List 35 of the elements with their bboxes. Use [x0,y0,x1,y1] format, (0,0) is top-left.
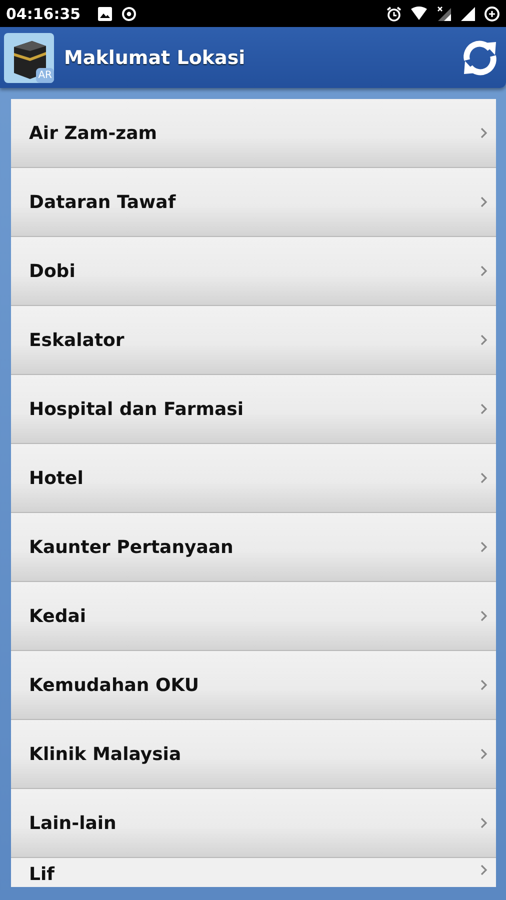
chevron-icon [480,610,488,622]
mobile-signal-icon [436,6,452,22]
signal-icon [460,6,476,22]
item-label: Kemudahan OKU [29,674,200,696]
chevron-icon [480,472,488,484]
item-label: Air Zam-zam [29,122,158,144]
item-label: Hotel [29,468,84,488]
data-saver-icon [484,6,500,22]
icon-label: AR [36,68,54,82]
item-label: Dataran Tawaf [29,192,177,212]
alarm-icon [386,6,402,22]
item-label: Kaunter Pertanyaan [29,536,234,558]
item-label: Kedai [29,606,88,626]
chevron-icon [480,196,488,208]
target-icon [120,6,137,22]
chevron-icon [480,403,488,415]
chevron-icon [480,541,488,553]
item-label: Hospital dan Farmasi [29,398,245,420]
chevron-icon [480,265,488,277]
item-label: Eskalator [29,330,126,350]
chevron-icon [480,334,488,346]
chevron-icon [480,679,488,691]
chevron-icon [480,817,488,829]
chevron-icon [480,127,488,139]
app-title: Maklumat Lokasi [64,46,246,68]
status-time: 04:16:35 [6,4,81,22]
item-label: Lain-lain [29,812,118,834]
app-icon [4,32,54,82]
image-icon [96,6,113,22]
item-label: Dobi [29,260,76,282]
chevron-icon [480,864,488,876]
wifi-icon [410,6,428,22]
chevron-icon [480,748,488,760]
item-label: Lif [29,864,56,885]
item-label: Klinik Malaysia [29,744,182,764]
